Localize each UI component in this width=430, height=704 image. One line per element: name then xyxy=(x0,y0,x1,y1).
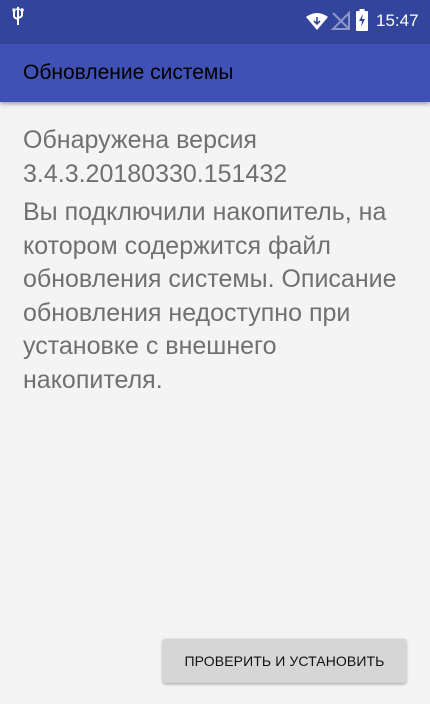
check-and-install-button[interactable]: ПРОВЕРИТЬ И УСТАНОВИТЬ xyxy=(163,639,406,683)
version-number: 3.4.3.20180330.151432 xyxy=(23,159,288,188)
update-info: Обнаружена версия 3.4.3.20180330.151432 … xyxy=(23,124,423,397)
page-title: Обновление системы xyxy=(23,61,234,84)
app-bar: Обновление системы xyxy=(0,44,430,102)
update-message: Вы подключили накопитель, на котором сод… xyxy=(23,198,397,394)
status-bar: 15:47 xyxy=(0,0,430,44)
usb-icon xyxy=(10,6,26,26)
signal-off-icon xyxy=(330,10,351,31)
wifi-icon xyxy=(306,12,328,30)
battery-charging-icon xyxy=(356,9,368,31)
status-clock: 15:47 xyxy=(376,11,419,30)
detected-version-label: Обнаружена версия xyxy=(23,126,257,154)
